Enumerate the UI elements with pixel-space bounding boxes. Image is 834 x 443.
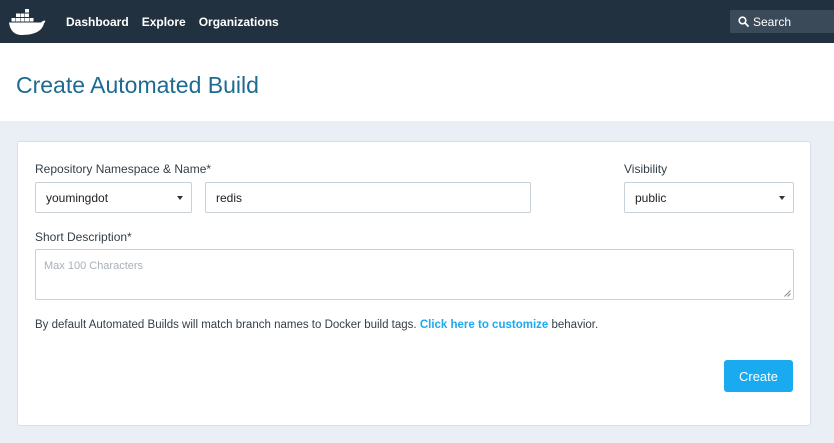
namespace-label: Repository Namespace & Name* [35, 162, 212, 176]
visibility-select[interactable]: public [624, 182, 794, 213]
create-button[interactable]: Create [724, 360, 793, 392]
nav-dashboard[interactable]: Dashboard [66, 15, 129, 29]
chevron-down-icon [177, 196, 183, 200]
search-label: Search [753, 14, 792, 29]
repository-name-value: redis [216, 190, 243, 205]
create-build-form: Repository Namespace & Name* youmingdot … [17, 141, 811, 426]
customize-help-text: By default Automated Builds will match b… [35, 319, 598, 331]
docker-whale-logo-icon[interactable] [8, 6, 48, 36]
help-suffix: behavior. [551, 319, 599, 331]
main-nav: Dashboard Explore Organizations [66, 0, 292, 43]
repository-name-input[interactable]: redis [205, 182, 531, 213]
search-box[interactable]: Search [730, 10, 834, 33]
namespace-value: youmingdot [46, 190, 109, 205]
chevron-down-icon [779, 196, 785, 200]
short-description-label: Short Description* [35, 230, 132, 244]
visibility-label: Visibility [624, 162, 668, 176]
namespace-select[interactable]: youmingdot [35, 182, 192, 213]
customize-link[interactable]: Click here to customize [420, 319, 548, 331]
visibility-value: public [635, 190, 667, 205]
nav-organizations[interactable]: Organizations [199, 15, 279, 29]
nav-explore[interactable]: Explore [142, 15, 186, 29]
top-navbar: Dashboard Explore Organizations Search [0, 0, 834, 43]
search-icon [738, 16, 749, 27]
help-prefix: By default Automated Builds will match b… [35, 319, 417, 331]
resize-handle-icon[interactable] [784, 290, 791, 297]
page-title: Create Automated Build [16, 72, 259, 98]
short-description-placeholder: Max 100 Characters [44, 260, 144, 272]
short-description-textarea[interactable]: Max 100 Characters [35, 249, 794, 300]
